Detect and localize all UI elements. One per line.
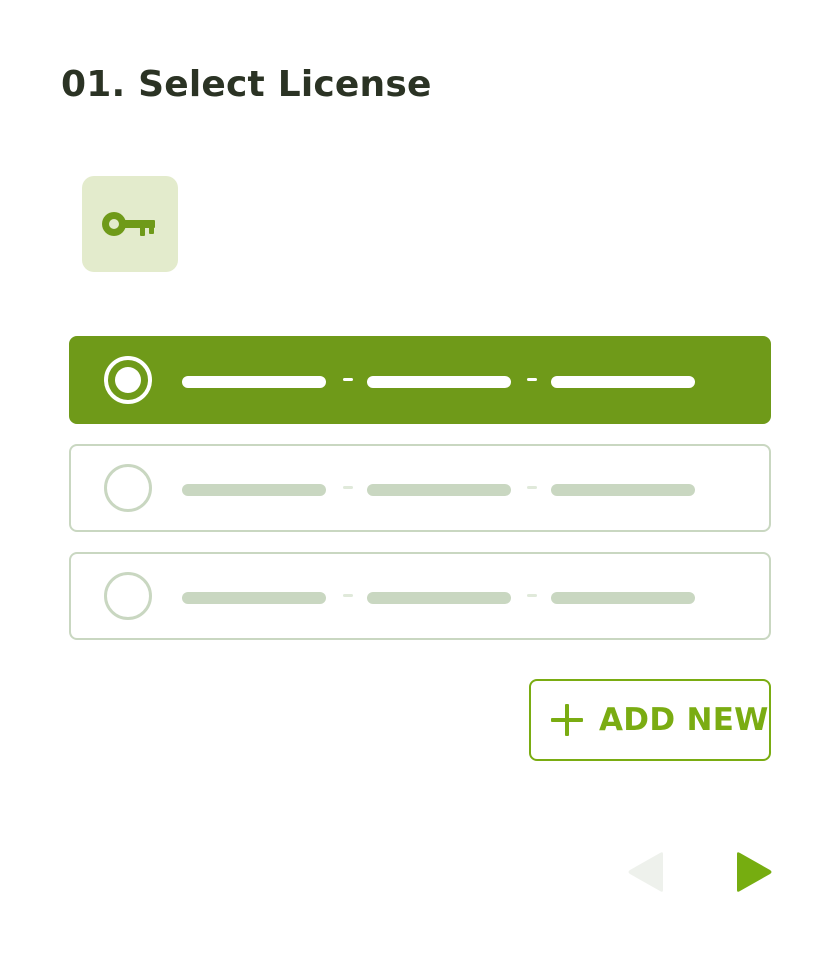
- license-key-placeholder-segment: [551, 376, 695, 388]
- next-arrow-icon[interactable]: [734, 851, 774, 893]
- segment-dash: [527, 594, 537, 597]
- page-title: 01. Select License: [61, 64, 432, 105]
- license-key-placeholder-segment: [367, 376, 511, 388]
- add-new-label: ADD NEW: [599, 702, 769, 738]
- license-key-placeholder-segment: [182, 376, 326, 388]
- radio-unselected[interactable]: [104, 464, 152, 512]
- plus-icon: [551, 704, 583, 736]
- radio-selected[interactable]: [104, 356, 152, 404]
- add-new-button[interactable]: ADD NEW: [529, 679, 771, 761]
- segment-dash: [527, 378, 537, 381]
- license-key-placeholder-segment: [182, 484, 326, 496]
- license-key-placeholder-segment: [367, 484, 511, 496]
- license-key-placeholder-segment: [551, 484, 695, 496]
- license-option-3[interactable]: [69, 552, 771, 640]
- segment-dash: [343, 378, 353, 381]
- segment-dash: [343, 594, 353, 597]
- segment-dash: [527, 486, 537, 489]
- license-option-1[interactable]: [69, 336, 771, 424]
- license-key-placeholder-segment: [182, 592, 326, 604]
- radio-unselected[interactable]: [104, 572, 152, 620]
- license-key-tile: [82, 176, 178, 272]
- radio-dot: [115, 367, 141, 393]
- license-key-placeholder-segment: [551, 592, 695, 604]
- previous-arrow-icon[interactable]: [626, 851, 666, 893]
- segment-dash: [343, 486, 353, 489]
- license-option-2[interactable]: [69, 444, 771, 532]
- license-key-placeholder-segment: [367, 592, 511, 604]
- license-list: [69, 336, 771, 660]
- key-icon: [102, 212, 155, 236]
